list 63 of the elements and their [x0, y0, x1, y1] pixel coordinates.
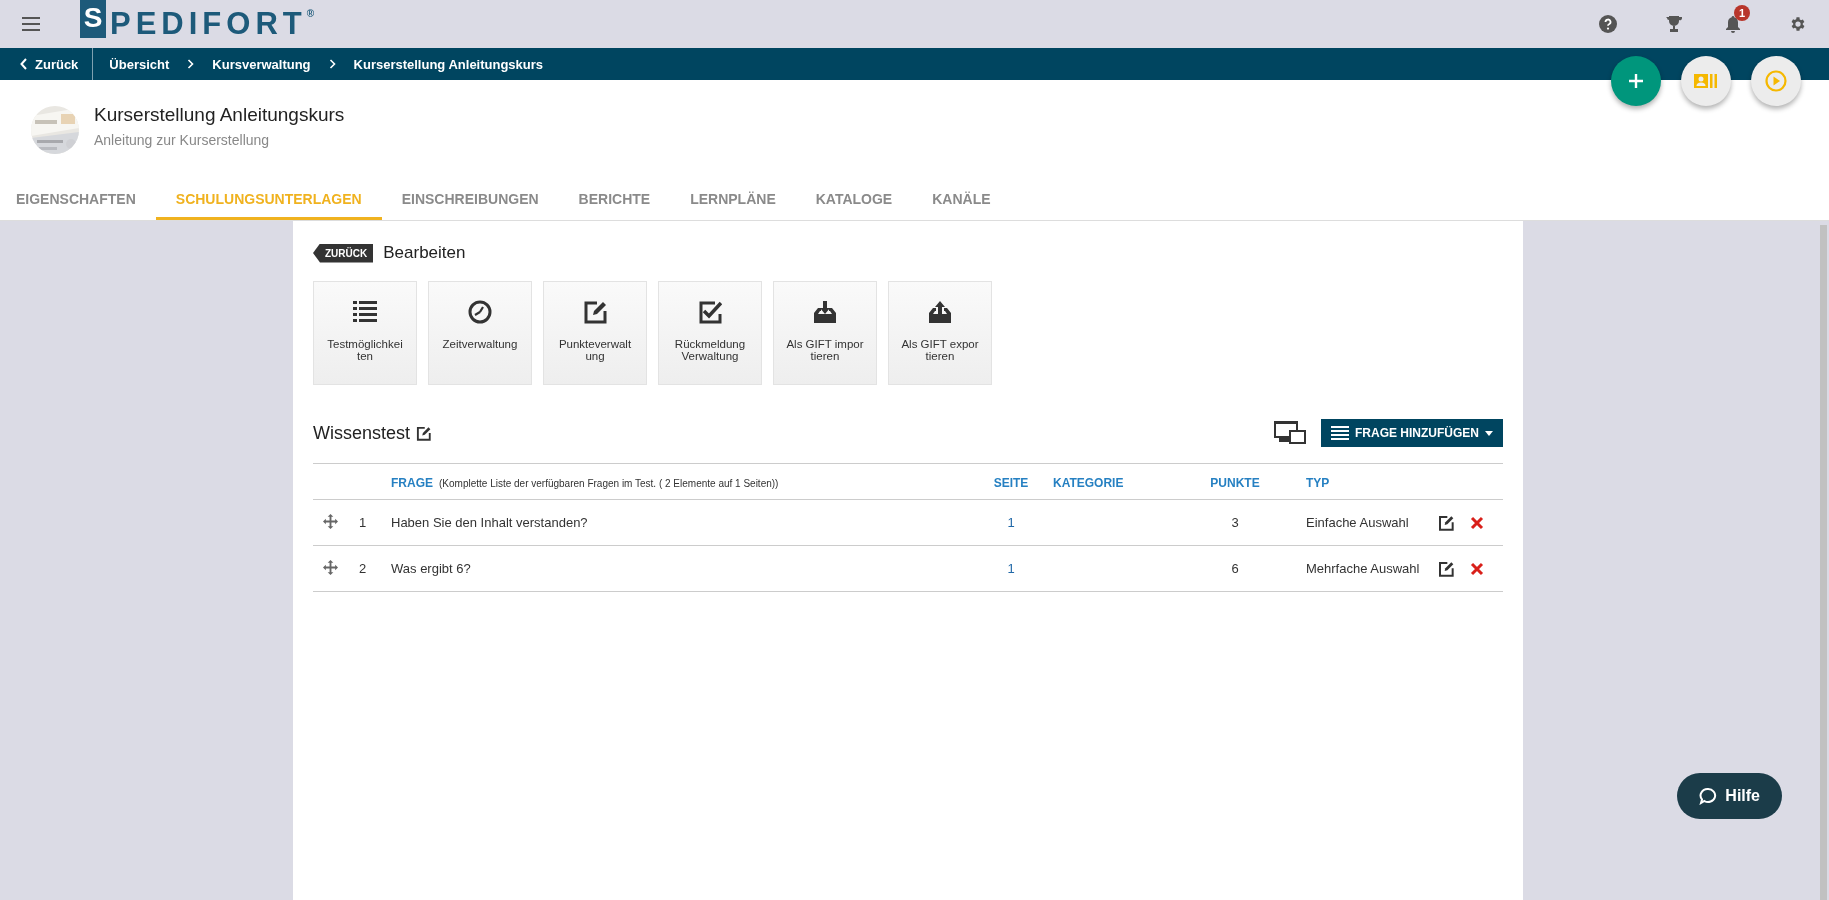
row-number: 2 — [359, 561, 367, 576]
tool-button[interactable]: Als GIFT exportieren — [888, 281, 992, 385]
notification-badge: 1 — [1734, 5, 1750, 21]
column-header[interactable]: PUNKTE — [1210, 475, 1260, 490]
column-header[interactable]: KATEGORIE — [1053, 475, 1124, 490]
table-cell: 3 — [1231, 515, 1239, 530]
table-cell: Einfache Auswahl — [1306, 515, 1409, 530]
table-cell: Was ergibt 6? — [391, 561, 471, 576]
edit-icon — [583, 300, 607, 324]
trophy-icon[interactable] — [1665, 15, 1683, 33]
column-header[interactable]: TYP — [1306, 475, 1330, 490]
row-number: 1 — [359, 515, 367, 530]
tool-button[interactable]: Rückmeldung Verwaltung — [658, 281, 762, 385]
clock-icon — [468, 300, 492, 324]
table-cell: Haben Sie den Inhalt verstanden? — [391, 515, 588, 530]
edit-icon[interactable] — [416, 425, 432, 441]
tool-button[interactable]: Punkteverwaltung — [543, 281, 647, 385]
logo[interactable]: S PEDIFORT$^{®}$ — [80, 0, 315, 48]
breadcrumb-link[interactable]: Kurserstellung Anleitungskurs — [353, 56, 544, 72]
list-icon — [1331, 426, 1349, 440]
column-note: (Komplette Liste der verfügbaren Fragen im Test. ( 2 Elemente auf 1 Seiten)) — [439, 477, 779, 489]
table-cell: 1 — [1007, 561, 1015, 576]
chevron-right-icon — [328, 59, 336, 69]
help-icon[interactable] — [1599, 15, 1617, 33]
column-header[interactable]: FRAGE — [391, 475, 433, 490]
menu-icon[interactable] — [22, 17, 40, 31]
inbox-download-icon — [813, 300, 837, 324]
scrollbar[interactable] — [1820, 225, 1827, 900]
devices-icon[interactable] — [1274, 421, 1306, 445]
list-icon — [353, 300, 377, 324]
chevron-left-icon — [20, 58, 28, 70]
checkbox-icon — [698, 300, 722, 324]
edit-icon[interactable] — [1438, 514, 1454, 531]
column-header[interactable]: SEITE — [993, 475, 1029, 490]
inbox-upload-icon — [928, 300, 952, 324]
breadcrumb-link[interactable]: Übersicht — [109, 56, 170, 72]
chevron-right-icon — [187, 59, 195, 69]
edit-icon[interactable] — [1438, 560, 1454, 577]
delete-icon[interactable] — [1470, 561, 1484, 576]
tool-button[interactable]: Testmöglichkeiten — [313, 281, 417, 385]
section-title: Bearbeiten — [383, 243, 466, 263]
course-subtitle: Anleitung zur Kurserstellung — [94, 132, 271, 148]
settings-icon[interactable] — [1789, 15, 1807, 33]
play-icon — [1765, 70, 1787, 92]
tool-button[interactable]: Als GIFT importieren — [773, 281, 877, 385]
back-tag-button[interactable]: ZURÜCK — [313, 243, 374, 263]
bell-icon[interactable] — [1725, 15, 1741, 33]
table-cell: 1 — [1007, 515, 1015, 530]
course-title: Kurserstellung Anleitungskurs — [94, 104, 345, 126]
move-icon[interactable] — [323, 513, 338, 529]
caret-icon — [1485, 430, 1493, 436]
help-button[interactable]: Hilfe — [1677, 773, 1782, 819]
contact-card-icon — [1694, 73, 1718, 89]
speech-bubble-icon — [1699, 787, 1718, 805]
plus-icon — [1628, 73, 1644, 89]
add-question-button[interactable]: FRAGE HINZUFÜGEN — [1321, 419, 1503, 447]
table-cell: Mehrfache Auswahl — [1306, 561, 1420, 576]
breadcrumb-link[interactable]: Kursverwaltung — [212, 56, 311, 72]
move-icon[interactable] — [323, 559, 338, 575]
test-title: Wissenstest — [313, 422, 411, 444]
tool-button[interactable]: Zeitverwaltung — [428, 281, 532, 385]
delete-icon[interactable] — [1470, 515, 1484, 530]
table-cell: 6 — [1231, 561, 1239, 576]
